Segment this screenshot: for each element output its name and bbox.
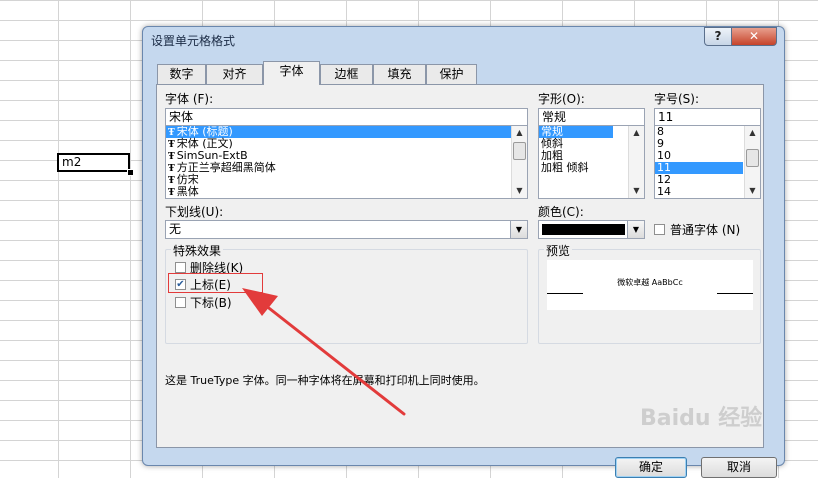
tab-font[interactable]: 字体 xyxy=(263,61,320,85)
baidu-watermark: Baidu 经验 xyxy=(640,406,763,431)
